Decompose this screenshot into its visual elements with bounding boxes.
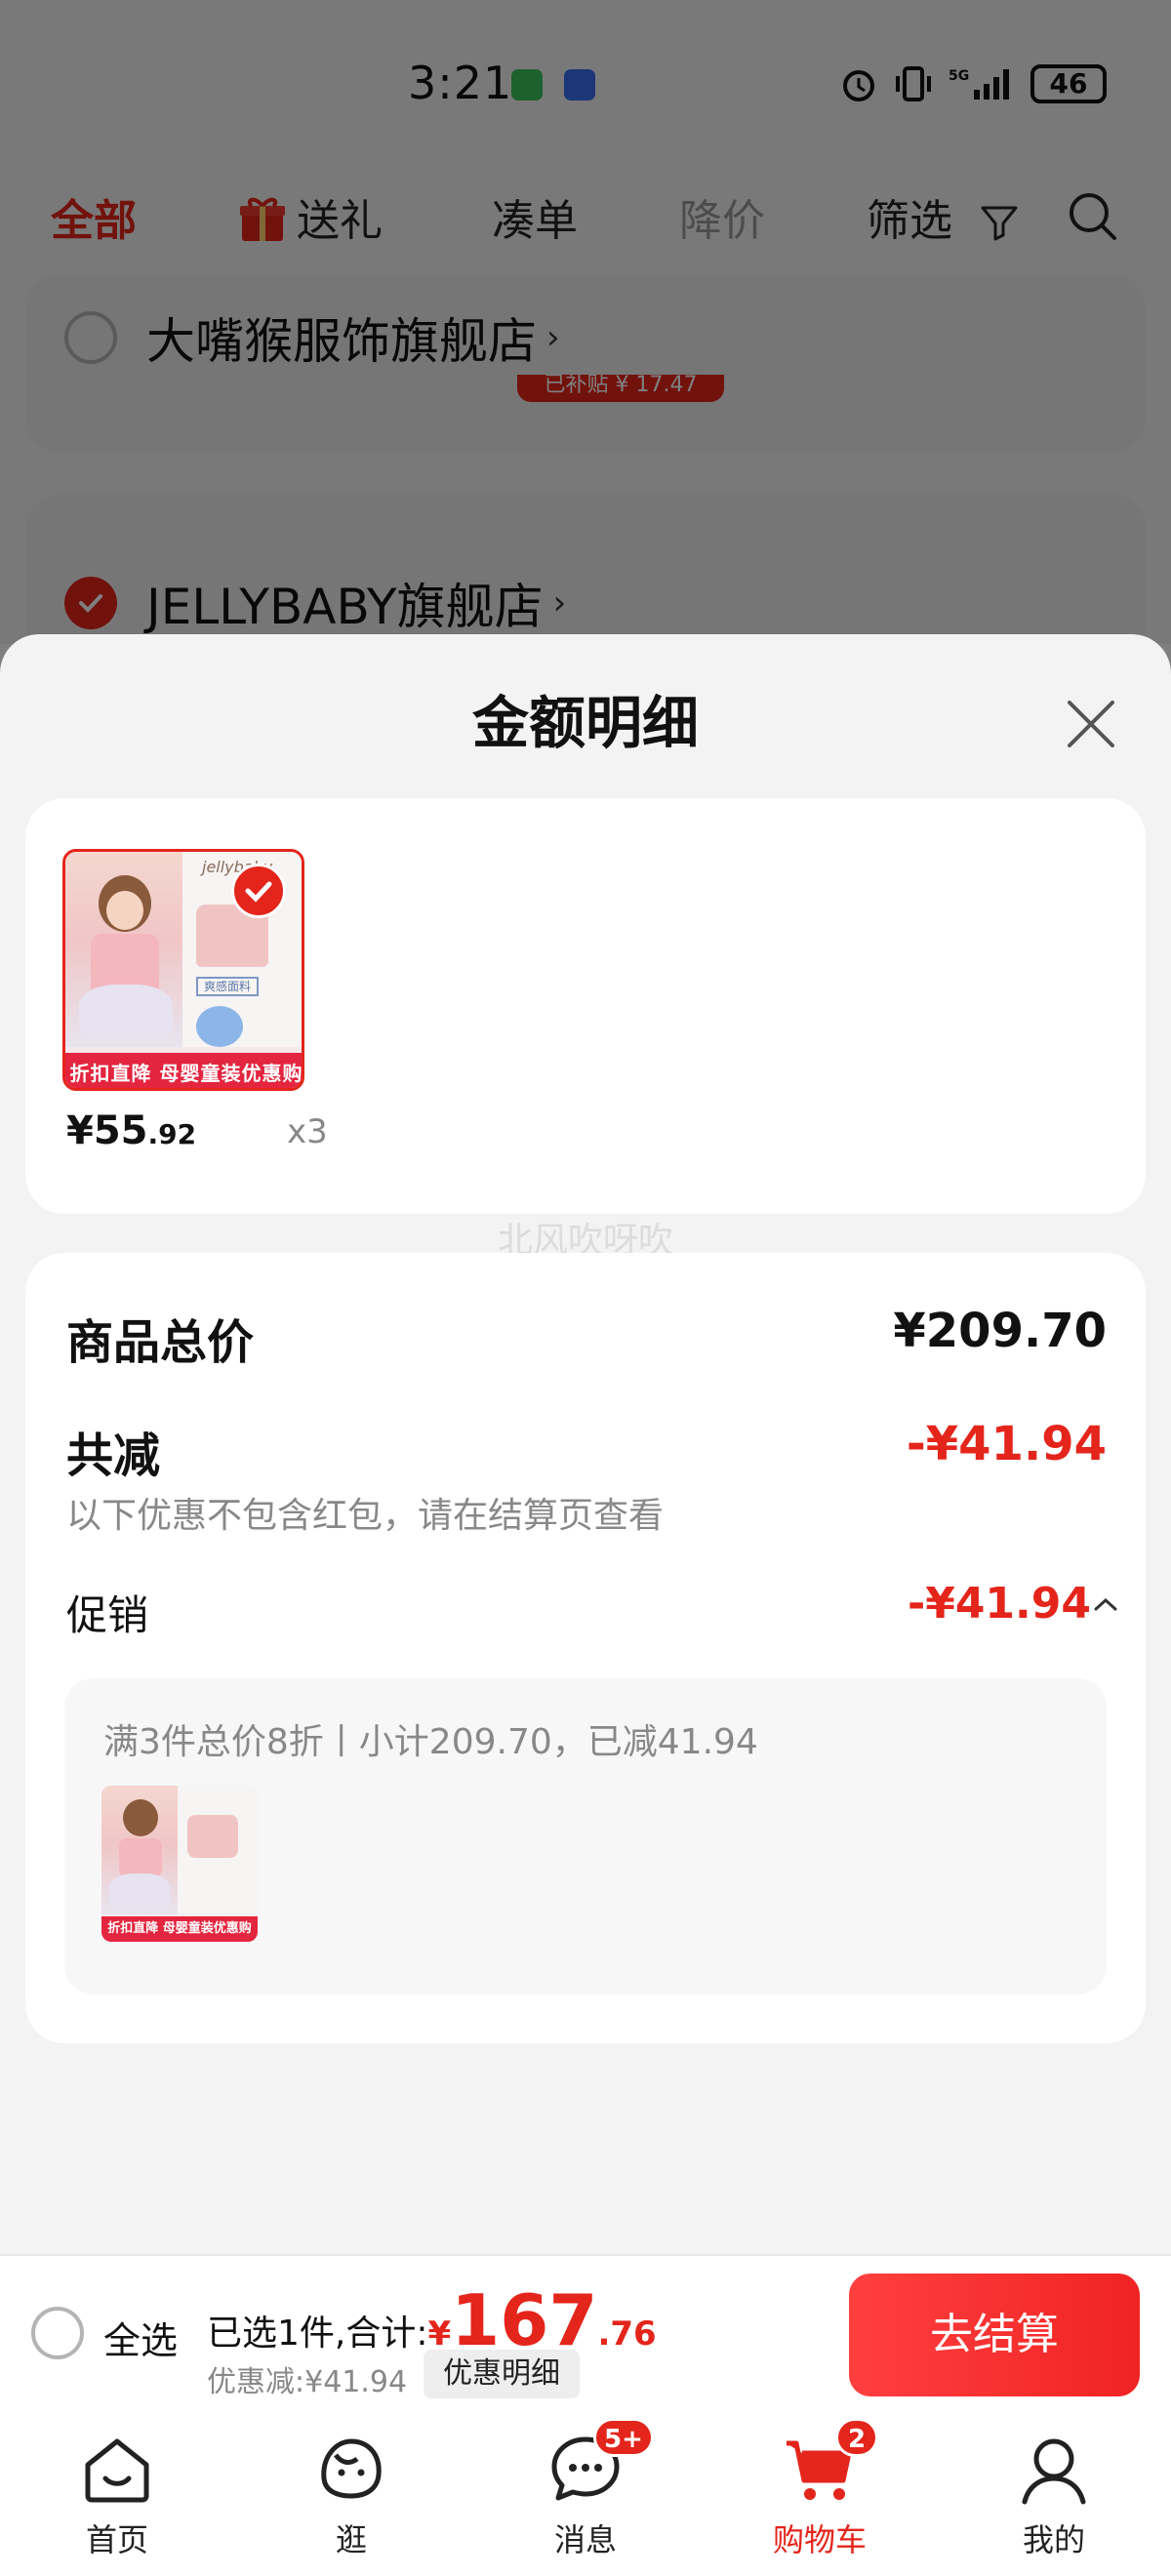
nav-home-label: 首页 [85, 2521, 148, 2558]
messages-badge: 5+ [593, 2418, 654, 2457]
modal-backdrop[interactable] [0, 0, 1171, 644]
amount-detail-sheet: 金额明细 jellybaby 爽感面料 折扣直降 母婴童装优惠购 ¥55.92 … [0, 634, 1171, 2264]
total-currency: ¥ [427, 2314, 452, 2354]
reduction-note: 以下优惠不包含红包，请在结算页查看 [66, 1496, 665, 1536]
product-quantity: x3 [287, 1112, 328, 1151]
chevron-up-icon[interactable] [1093, 1596, 1118, 1612]
promotion-description: 满3件总价8折丨小计209.70，已减41.94 [103, 1722, 758, 1762]
price-breakdown-card: 商品总价 ¥209.70 共减 -¥41.94 以下优惠不包含红包，请在结算页查… [25, 1253, 1146, 2043]
promotion-label: 促销 [66, 1591, 149, 1639]
promotion-value[interactable]: -¥41.94 [908, 1579, 1091, 1629]
price-decimal: .92 [147, 1118, 197, 1150]
sheet-title: 金额明细 [471, 690, 699, 756]
promotion-product-thumbnail[interactable]: 折扣直降 母婴童装优惠购 [101, 1786, 258, 1942]
product-thumbnail[interactable]: jellybaby 爽感面料 折扣直降 母婴童装优惠购 [62, 849, 304, 1091]
selected-count-text: 已选1件,合计: [207, 2314, 428, 2354]
nav-cart-label: 购物车 [772, 2521, 867, 2558]
total-decimal: .76 [597, 2314, 657, 2354]
discount-amount: 优惠减:¥41.94 [207, 2365, 408, 2399]
nav-messages[interactable]: 5+ 消息 [507, 2418, 664, 2560]
checkout-bar: 全选 已选1件,合计:¥167.76 优惠减:¥41.94 优惠明细 去结算 [0, 2254, 1171, 2414]
thumb-banner: 折扣直降 母婴童装优惠购 [65, 1053, 302, 1088]
selected-goods-card: jellybaby 爽感面料 折扣直降 母婴童装优惠购 ¥55.92 x3 [25, 798, 1146, 1214]
selected-check-icon [231, 864, 286, 918]
profile-icon [1022, 2438, 1086, 2505]
nav-home[interactable]: 首页 [39, 2430, 195, 2560]
goods-total-label: 商品总价 [66, 1315, 255, 1370]
total-reduction-label: 共减 [66, 1429, 161, 1483]
discount-detail-button[interactable]: 优惠明细 [424, 2350, 580, 2398]
select-all-radio[interactable] [31, 2307, 84, 2359]
nav-mine-label: 我的 [1022, 2521, 1085, 2558]
product-price: ¥55.92 [66, 1108, 196, 1153]
close-icon[interactable] [1054, 687, 1128, 761]
total-reduction-value: -¥41.94 [906, 1417, 1107, 1471]
select-all-label[interactable]: 全选 [103, 2311, 178, 2364]
nav-cart[interactable]: 2 购物车 [742, 2418, 898, 2560]
promotion-detail-box: 满3件总价8折丨小计209.70，已减41.94 折扣直降 母婴童装优惠购 [64, 1678, 1107, 1994]
cart-badge: 2 [835, 2418, 878, 2457]
nav-browse-label: 逛 [335, 2521, 367, 2558]
goods-total-value: ¥209.70 [893, 1304, 1107, 1358]
checkout-button[interactable]: 去结算 [849, 2274, 1140, 2396]
bottom-navigation: 首页 逛 5+ 消息 2 购物车 我的 [0, 2414, 1171, 2576]
nav-mine[interactable]: 我的 [976, 2430, 1132, 2560]
promo-thumb-banner: 折扣直降 母婴童装优惠购 [101, 1916, 258, 1942]
browse-face-icon [321, 2438, 382, 2499]
price-integer: ¥55 [66, 1108, 148, 1153]
home-icon [85, 2438, 149, 2503]
nav-messages-label: 消息 [553, 2521, 617, 2558]
product-photo-model [65, 852, 182, 1047]
nav-browse[interactable]: 逛 [273, 2430, 429, 2560]
thumb-tag: 爽感面料 [196, 977, 259, 996]
